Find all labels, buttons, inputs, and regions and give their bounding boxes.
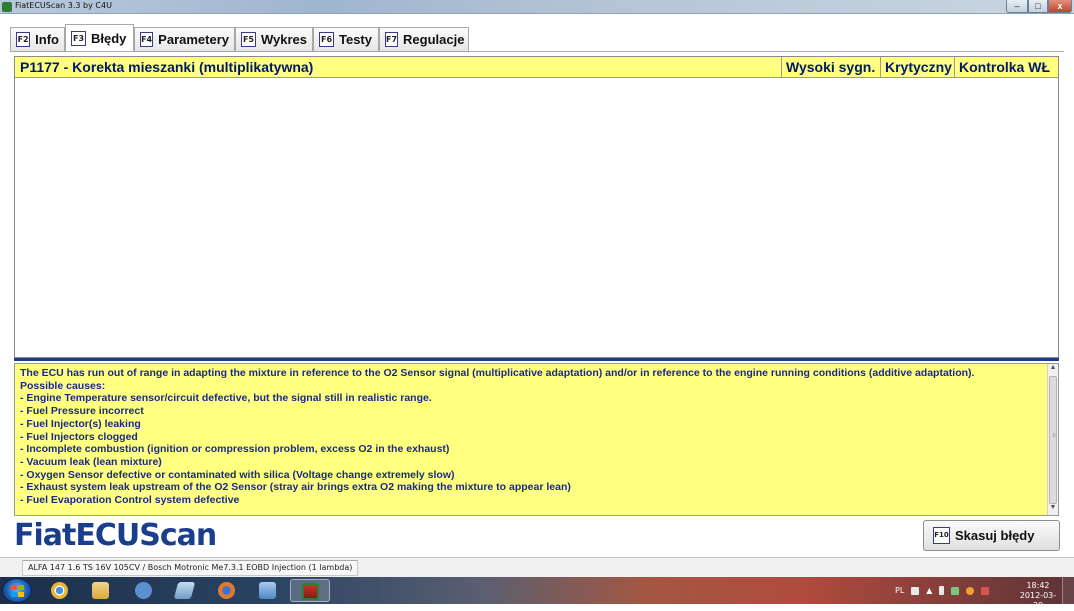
column-header-critical: Krytyczny <box>880 57 954 77</box>
clear-errors-label: Skasuj błędy <box>955 528 1035 543</box>
description-line: Possible causes: <box>20 379 106 392</box>
tab-label: Parametery <box>158 32 229 47</box>
scroll-up-arrow-icon[interactable]: ▲ <box>1048 364 1058 375</box>
vehicle-status: ALFA 147 1.6 TS 16V 105CV / Bosch Motron… <box>22 560 359 576</box>
column-header-warning-lamp: Kontrolka WŁ <box>954 57 1058 77</box>
description-line: The ECU has run out of range in adapting… <box>20 367 975 379</box>
start-button[interactable] <box>2 578 32 603</box>
show-desktop-button[interactable] <box>1062 577 1074 604</box>
scrollbar-thumb[interactable]: ≡ <box>1049 376 1057 504</box>
taskbar-chrome[interactable] <box>40 579 80 602</box>
close-button[interactable]: x <box>1048 0 1072 13</box>
error-list[interactable]: P1177 - Korekta mieszanki (multiplikatyw… <box>14 56 1059 358</box>
volume-icon[interactable] <box>981 586 990 595</box>
tab-underline <box>10 51 1064 52</box>
description-line: - Oxygen Sensor defective or contaminate… <box>20 468 455 481</box>
description-line: - Fuel Pressure incorrect <box>20 405 144 418</box>
taskbar-control-panel[interactable] <box>248 579 288 602</box>
tab-label: Regulacje <box>403 32 465 47</box>
description-line: - Exhaust system leak upstream of the O2… <box>20 481 571 494</box>
windows-logo-icon <box>11 585 24 597</box>
chrome-icon <box>51 582 68 599</box>
maximize-button[interactable]: □ <box>1028 0 1048 13</box>
f10-key-icon: F10 <box>933 527 950 544</box>
tab-testy[interactable]: F6 Testy <box>313 27 379 51</box>
control-panel-icon <box>259 582 276 599</box>
flag-icon[interactable] <box>966 586 975 595</box>
description-line: - Incomplete combustion (ignition or com… <box>20 443 450 456</box>
column-header-high-signal: Wysoki sygn. <box>781 57 880 77</box>
tab-info[interactable]: F2 Info <box>10 27 65 51</box>
tab-label: Błędy <box>91 30 127 46</box>
explorer-folder-icon <box>92 582 109 599</box>
error-code-label: P1177 - Korekta mieszanki (multiplikatyw… <box>20 59 314 75</box>
window-title-bar: FiatECUScan 3.3 by C4U – □ x <box>0 0 1074 14</box>
tab-label: Wykres <box>260 32 307 47</box>
battery-icon[interactable] <box>939 586 945 595</box>
keyboard-icon[interactable] <box>911 586 920 595</box>
tab-wykres[interactable]: F5 Wykres <box>235 27 313 51</box>
taskbar-fiatecuscan[interactable] <box>290 579 330 602</box>
panel-separator <box>14 358 1059 361</box>
tab-label: Info <box>35 32 59 47</box>
show-hidden-icons-icon[interactable]: ▲ <box>926 586 932 595</box>
taskbar-firefox[interactable] <box>207 579 247 602</box>
tab-label: Testy <box>339 32 372 47</box>
clear-errors-button[interactable]: F10 Skasuj błędy <box>923 520 1060 551</box>
system-tray: PL ▲ <box>895 579 990 602</box>
clock-time: 18:42 <box>1026 581 1050 590</box>
window-title: FiatECUScan 3.3 by C4U <box>15 1 112 10</box>
network-icon[interactable] <box>951 586 960 595</box>
taskbar-explorer[interactable] <box>81 579 121 602</box>
fiatecuscan-logo: FiatECUScan <box>14 518 217 553</box>
grip-icon: ≡ <box>1052 433 1056 439</box>
clock-date: 2012-03-30 <box>1019 591 1057 610</box>
f3-key-icon: F3 <box>71 30 86 46</box>
description-line: - Fuel Evaporation Control system defect… <box>20 494 240 507</box>
description-line: - Engine Temperature sensor/circuit defe… <box>20 392 432 405</box>
f7-key-icon: F7 <box>385 32 399 47</box>
tab-regulacje[interactable]: F7 Regulacje <box>379 27 469 51</box>
description-scrollbar[interactable]: ▲ ≡ ▼ <box>1047 364 1058 515</box>
taskbar-notes[interactable] <box>165 579 205 602</box>
notes-icon <box>173 582 196 599</box>
scroll-down-arrow-icon[interactable]: ▼ <box>1048 504 1058 515</box>
f2-key-icon: F2 <box>16 32 31 47</box>
error-row[interactable]: P1177 - Korekta mieszanki (multiplikatyw… <box>15 57 1058 78</box>
f4-key-icon: F4 <box>140 32 154 47</box>
error-description-box[interactable]: The ECU has run out of range in adapting… <box>14 363 1059 516</box>
description-line: - Fuel Injector(s) leaking <box>20 417 141 430</box>
f6-key-icon: F6 <box>319 32 334 47</box>
taskbar-clock[interactable]: 18:42 2012-03-30 <box>1016 581 1060 611</box>
fiatecuscan-app-icon <box>302 583 319 600</box>
status-bar: ALFA 147 1.6 TS 16V 105CV / Bosch Motron… <box>0 557 1074 577</box>
taskbar-hp[interactable] <box>124 579 164 602</box>
firefox-icon <box>218 582 235 599</box>
windows-taskbar: PL ▲ 18:42 2012-03-30 <box>0 577 1074 610</box>
hp-icon <box>135 582 152 599</box>
description-line: - Fuel Injectors clogged <box>20 430 138 443</box>
app-icon <box>2 2 12 12</box>
language-indicator[interactable]: PL <box>895 586 904 595</box>
f5-key-icon: F5 <box>241 32 256 47</box>
minimize-button[interactable]: – <box>1006 0 1028 13</box>
error-description-text: The ECU has run out of range in adapting… <box>20 367 1040 507</box>
description-line: - Vacuum leak (lean mixture) <box>20 455 162 468</box>
tab-bledy[interactable]: F3 Błędy <box>65 24 134 51</box>
tab-parametery[interactable]: F4 Parametery <box>134 27 235 51</box>
